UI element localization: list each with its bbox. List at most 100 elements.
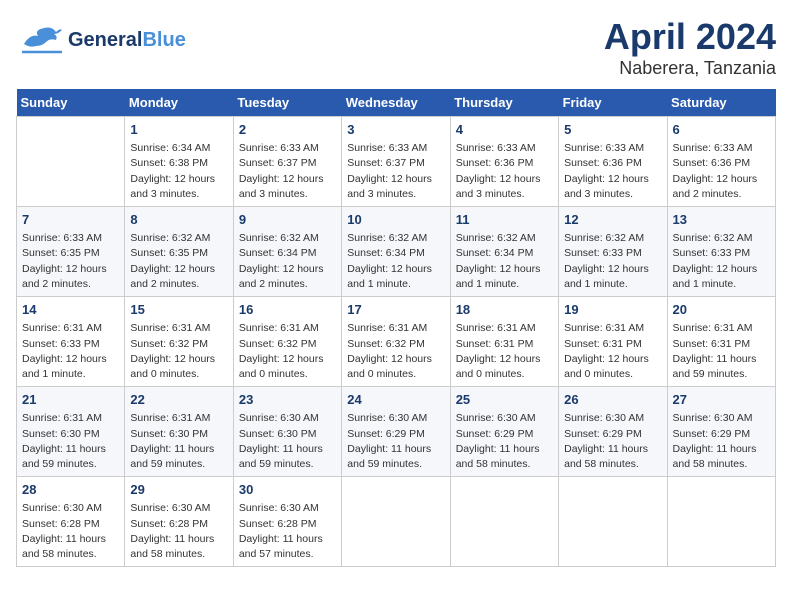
calendar-cell: 4Sunrise: 6:33 AM Sunset: 6:36 PM Daylig… <box>450 117 558 207</box>
calendar-cell: 5Sunrise: 6:33 AM Sunset: 6:36 PM Daylig… <box>559 117 667 207</box>
calendar-cell: 16 Sunrise: 6:31 AM Sunset: 6:32 PM Dayli… <box>233 297 341 387</box>
calendar-week-row: 7Sunrise: 6:33 AM Sunset: 6:35 PM Daylig… <box>17 207 776 297</box>
day-number: 25 <box>456 391 553 409</box>
day-info: Sunrise: 6:31 AM Sunset: 6:30 PM Dayligh… <box>130 411 227 472</box>
calendar-cell: 29Sunrise: 6:30 AM Sunset: 6:28 PM Dayli… <box>125 477 233 567</box>
logo-general: General <box>68 29 142 51</box>
calendar-cell <box>450 477 558 567</box>
day-number: 27 <box>673 391 770 409</box>
day-info: Sunrise: 6:33 AM Sunset: 6:37 PM Dayligh… <box>239 141 336 202</box>
calendar-cell: 7Sunrise: 6:33 AM Sunset: 6:35 PM Daylig… <box>17 207 125 297</box>
day-number: 30 <box>239 481 336 499</box>
calendar-cell <box>17 117 125 207</box>
calendar-cell: 6 Sunrise: 6:33 AM Sunset: 6:36 PM Daylig… <box>667 117 775 207</box>
calendar-cell: 11Sunrise: 6:32 AM Sunset: 6:34 PM Dayli… <box>450 207 558 297</box>
calendar-cell <box>342 477 450 567</box>
page-header: GeneralBlue April 2024 Naberera, Tanzani… <box>16 16 776 79</box>
calendar-cell: 14 Sunrise: 6:31 AM Sunset: 6:33 PM Dayli… <box>17 297 125 387</box>
day-number: 20 <box>673 301 770 319</box>
header-saturday: Saturday <box>667 89 775 117</box>
calendar-cell: 13Sunrise: 6:32 AM Sunset: 6:33 PM Dayli… <box>667 207 775 297</box>
day-info: Sunrise: 6:34 AM Sunset: 6:38 PM Dayligh… <box>130 141 227 202</box>
day-number: 15 <box>130 301 227 319</box>
logo-blue: Blue <box>142 29 185 51</box>
day-number: 3 <box>347 121 444 139</box>
day-info: Sunrise: 6:30 AM Sunset: 6:28 PM Dayligh… <box>239 501 336 562</box>
day-info: Sunrise: 6:31 AM Sunset: 6:31 PM Dayligh… <box>456 321 553 382</box>
day-number: 13 <box>673 211 770 229</box>
calendar-title: April 2024 <box>604 16 776 58</box>
day-info: Sunrise: 6:32 AM Sunset: 6:33 PM Dayligh… <box>564 231 661 292</box>
header-friday: Friday <box>559 89 667 117</box>
calendar-cell: 8Sunrise: 6:32 AM Sunset: 6:35 PM Daylig… <box>125 207 233 297</box>
title-block: April 2024 Naberera, Tanzania <box>604 16 776 79</box>
calendar-cell: 2Sunrise: 6:33 AM Sunset: 6:37 PM Daylig… <box>233 117 341 207</box>
calendar-cell: 25 Sunrise: 6:30 AM Sunset: 6:29 PM Dayli… <box>450 387 558 477</box>
day-info: Sunrise: 6:31 AM Sunset: 6:30 PM Dayligh… <box>22 411 119 472</box>
day-number: 7 <box>22 211 119 229</box>
day-number: 14 <box>22 301 119 319</box>
calendar-cell: 9 Sunrise: 6:32 AM Sunset: 6:34 PM Daylig… <box>233 207 341 297</box>
day-info: Sunrise: 6:31 AM Sunset: 6:31 PM Dayligh… <box>564 321 661 382</box>
day-info: Sunrise: 6:31 AM Sunset: 6:32 PM Dayligh… <box>239 321 336 382</box>
calendar-cell <box>559 477 667 567</box>
calendar-cell: 10 Sunrise: 6:32 AM Sunset: 6:34 PM Dayli… <box>342 207 450 297</box>
calendar-cell: 15 Sunrise: 6:31 AM Sunset: 6:32 PM Dayli… <box>125 297 233 387</box>
day-info: Sunrise: 6:30 AM Sunset: 6:29 PM Dayligh… <box>456 411 553 472</box>
header-monday: Monday <box>125 89 233 117</box>
calendar-header-row: SundayMondayTuesdayWednesdayThursdayFrid… <box>17 89 776 117</box>
day-info: Sunrise: 6:33 AM Sunset: 6:36 PM Dayligh… <box>673 141 770 202</box>
day-info: Sunrise: 6:30 AM Sunset: 6:29 PM Dayligh… <box>564 411 661 472</box>
day-number: 12 <box>564 211 661 229</box>
day-number: 19 <box>564 301 661 319</box>
calendar-cell: 12 Sunrise: 6:32 AM Sunset: 6:33 PM Dayli… <box>559 207 667 297</box>
logo-icon <box>16 16 64 64</box>
calendar-cell: 23Sunrise: 6:30 AM Sunset: 6:30 PM Dayli… <box>233 387 341 477</box>
calendar-cell: 26 Sunrise: 6:30 AM Sunset: 6:29 PM Dayli… <box>559 387 667 477</box>
calendar-cell: 22 Sunrise: 6:31 AM Sunset: 6:30 PM Dayli… <box>125 387 233 477</box>
day-info: Sunrise: 6:32 AM Sunset: 6:34 PM Dayligh… <box>239 231 336 292</box>
calendar-cell: 27Sunrise: 6:30 AM Sunset: 6:29 PM Dayli… <box>667 387 775 477</box>
day-info: Sunrise: 6:33 AM Sunset: 6:36 PM Dayligh… <box>456 141 553 202</box>
header-sunday: Sunday <box>17 89 125 117</box>
calendar-cell: 21Sunrise: 6:31 AM Sunset: 6:30 PM Dayli… <box>17 387 125 477</box>
day-info: Sunrise: 6:31 AM Sunset: 6:32 PM Dayligh… <box>130 321 227 382</box>
calendar-week-row: 21Sunrise: 6:31 AM Sunset: 6:30 PM Dayli… <box>17 387 776 477</box>
calendar-table: SundayMondayTuesdayWednesdayThursdayFrid… <box>16 89 776 567</box>
day-number: 6 <box>673 121 770 139</box>
calendar-cell: 1 Sunrise: 6:34 AM Sunset: 6:38 PM Daylig… <box>125 117 233 207</box>
day-info: Sunrise: 6:33 AM Sunset: 6:37 PM Dayligh… <box>347 141 444 202</box>
header-tuesday: Tuesday <box>233 89 341 117</box>
day-info: Sunrise: 6:31 AM Sunset: 6:33 PM Dayligh… <box>22 321 119 382</box>
calendar-cell: 18 Sunrise: 6:31 AM Sunset: 6:31 PM Dayli… <box>450 297 558 387</box>
day-number: 22 <box>130 391 227 409</box>
day-number: 28 <box>22 481 119 499</box>
calendar-week-row: 28 Sunrise: 6:30 AM Sunset: 6:28 PM Dayli… <box>17 477 776 567</box>
day-number: 16 <box>239 301 336 319</box>
calendar-week-row: 14 Sunrise: 6:31 AM Sunset: 6:33 PM Dayli… <box>17 297 776 387</box>
day-info: Sunrise: 6:32 AM Sunset: 6:34 PM Dayligh… <box>347 231 444 292</box>
day-info: Sunrise: 6:32 AM Sunset: 6:35 PM Dayligh… <box>130 231 227 292</box>
calendar-cell: 20 Sunrise: 6:31 AM Sunset: 6:31 PM Dayli… <box>667 297 775 387</box>
day-number: 29 <box>130 481 227 499</box>
day-number: 11 <box>456 211 553 229</box>
day-number: 18 <box>456 301 553 319</box>
day-number: 1 <box>130 121 227 139</box>
calendar-subtitle: Naberera, Tanzania <box>604 58 776 79</box>
header-thursday: Thursday <box>450 89 558 117</box>
day-number: 9 <box>239 211 336 229</box>
day-info: Sunrise: 6:30 AM Sunset: 6:28 PM Dayligh… <box>22 501 119 562</box>
day-number: 23 <box>239 391 336 409</box>
logo-text: GeneralBlue <box>68 29 186 51</box>
day-info: Sunrise: 6:31 AM Sunset: 6:31 PM Dayligh… <box>673 321 770 382</box>
calendar-cell: 19 Sunrise: 6:31 AM Sunset: 6:31 PM Dayli… <box>559 297 667 387</box>
calendar-cell: 28 Sunrise: 6:30 AM Sunset: 6:28 PM Dayli… <box>17 477 125 567</box>
day-number: 10 <box>347 211 444 229</box>
calendar-cell: 24 Sunrise: 6:30 AM Sunset: 6:29 PM Dayli… <box>342 387 450 477</box>
header-wednesday: Wednesday <box>342 89 450 117</box>
day-number: 26 <box>564 391 661 409</box>
day-number: 24 <box>347 391 444 409</box>
day-info: Sunrise: 6:31 AM Sunset: 6:32 PM Dayligh… <box>347 321 444 382</box>
day-number: 5 <box>564 121 661 139</box>
day-info: Sunrise: 6:30 AM Sunset: 6:29 PM Dayligh… <box>347 411 444 472</box>
